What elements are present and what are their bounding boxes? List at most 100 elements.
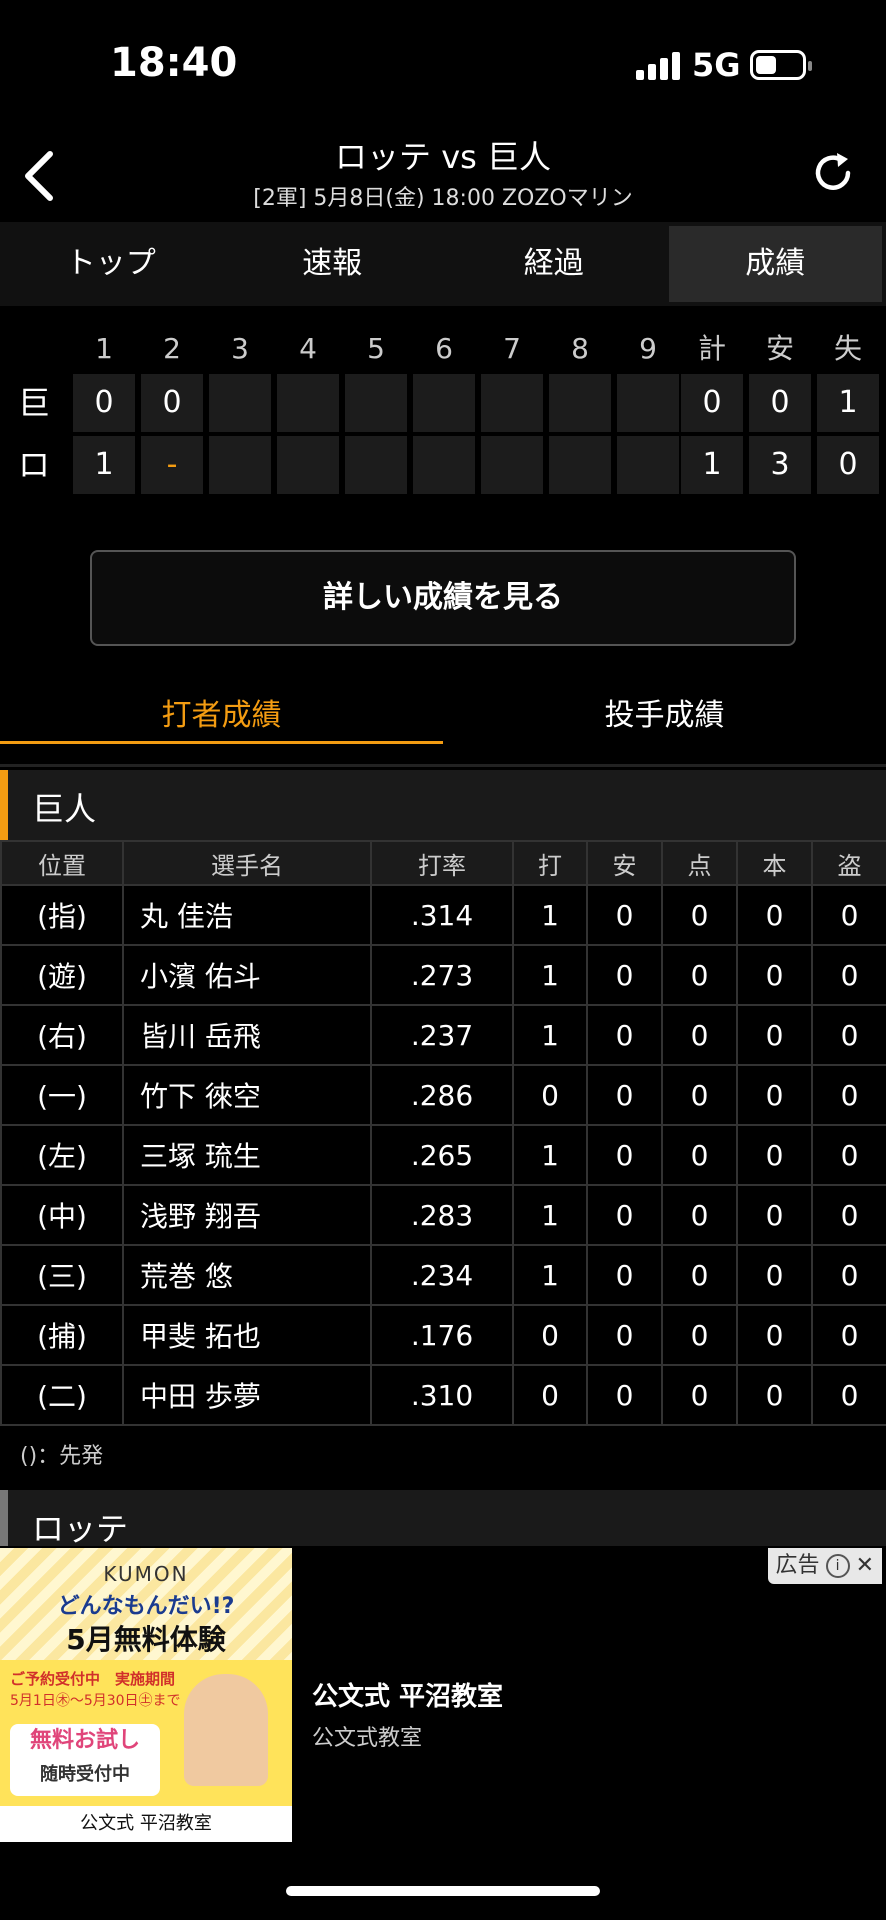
hits: 0: [586, 944, 663, 1006]
stolen-bases: 0: [811, 884, 886, 946]
at-bats: 1: [512, 1124, 588, 1186]
at-bats: 1: [512, 884, 588, 946]
inning-score: [413, 374, 475, 432]
stolen-bases: 0: [811, 1004, 886, 1066]
player-name[interactable]: 荒巻 悠: [122, 1244, 372, 1306]
table-row: (遊) 小濱 佑斗 .273 1 0 0 0 0: [0, 944, 886, 1006]
batting-average: .176: [370, 1304, 514, 1366]
at-bats: 1: [512, 1004, 588, 1066]
info-icon[interactable]: i: [825, 1554, 850, 1578]
stolen-bases: 0: [811, 1304, 886, 1366]
at-bats: 1: [512, 1184, 588, 1246]
home-runs: 0: [736, 884, 813, 946]
inning-header: 4: [299, 332, 317, 365]
table-row: (捕) 甲斐 拓也 .176 0 0 0 0 0: [0, 1304, 886, 1366]
inning-score: [481, 436, 543, 494]
hits-header: 安: [765, 332, 794, 365]
inning-header: 1: [95, 332, 113, 365]
stolen-bases: 0: [811, 944, 886, 1006]
status-time: 18:40: [110, 40, 238, 86]
ad-free-trial-sub: 随時受付中: [40, 1764, 130, 1785]
table-row: (指) 丸 佳浩 .314 1 0 0 0 0: [0, 884, 886, 946]
home-indicator[interactable]: [286, 1886, 600, 1896]
player-name[interactable]: 竹下 徠空: [122, 1064, 372, 1126]
inning-score: [481, 374, 543, 432]
table-row: (三) 荒巻 悠 .234 1 0 0 0 0: [0, 1244, 886, 1306]
ad-period: 5月1日㊍～5月30日㊏まで: [10, 1693, 181, 1709]
tab-top[interactable]: トップ: [4, 226, 218, 302]
inning-score: 1: [73, 436, 135, 494]
rbi: 0: [661, 1304, 738, 1366]
team-name: 巨人: [32, 790, 97, 828]
ad-child-photo: [184, 1674, 268, 1786]
inning-header: 3: [231, 332, 249, 365]
ad-reservation: ご予約受付中 実施期間: [10, 1670, 176, 1688]
tab-stats[interactable]: 成績: [668, 226, 882, 302]
player-name[interactable]: 浅野 翔吾: [122, 1184, 372, 1246]
position: (三): [0, 1244, 124, 1306]
page-title: ロッテ vs 巨人: [335, 138, 551, 176]
ad-image[interactable]: KUMON どんなもんだい!? 5月無料体験 ご予約受付中 実施期間 5月1日㊍…: [0, 1548, 292, 1842]
position: (左): [0, 1124, 124, 1186]
tab-progress[interactable]: 経過: [447, 226, 661, 302]
position: (指): [0, 884, 124, 946]
total-header: 計: [697, 332, 726, 365]
player-name[interactable]: 三塚 琉生: [122, 1124, 372, 1186]
player-name[interactable]: 中田 歩夢: [122, 1364, 372, 1426]
inning-score: 0: [141, 374, 203, 432]
team-accent-bar: [0, 770, 8, 840]
batting-average: .314: [370, 884, 514, 946]
home-runs: 0: [736, 1004, 813, 1066]
tab-batting-stats[interactable]: 打者成績: [0, 690, 443, 734]
hits: 0: [586, 1304, 663, 1366]
close-icon[interactable]: ✕: [856, 1548, 874, 1584]
batting-average: .234: [370, 1244, 514, 1306]
status-bar: 18:40 5G: [0, 0, 886, 130]
ad-free-trial-label: 無料お試し: [29, 1728, 140, 1753]
stolen-bases: 0: [811, 1184, 886, 1246]
tab-live[interactable]: 速報: [226, 226, 440, 302]
stolen-bases: 0: [811, 1124, 886, 1186]
ad-catch: どんなもんだい!?: [57, 1594, 235, 1619]
detailed-stats-button[interactable]: 詳しい成績を見る: [90, 550, 796, 646]
batting-average: .286: [370, 1064, 514, 1126]
home-runs: 0: [736, 944, 813, 1006]
player-name[interactable]: 皆川 岳飛: [122, 1004, 372, 1066]
total-runs: 0: [681, 374, 743, 432]
hits: 0: [586, 1364, 663, 1426]
batting-average: .283: [370, 1184, 514, 1246]
position: (二): [0, 1364, 124, 1426]
at-bats: 0: [512, 1364, 588, 1426]
tab-pitching-stats[interactable]: 投手成績: [443, 690, 886, 734]
home-runs: 0: [736, 1124, 813, 1186]
inning-header: 6: [435, 332, 453, 365]
ad-title[interactable]: 公文式 平沼教室: [312, 1676, 503, 1713]
stats-subtabs: 打者成績 投手成績: [0, 680, 886, 744]
ad-banner[interactable]: KUMON どんなもんだい!? 5月無料体験 ご予約受付中 実施期間 5月1日㊍…: [0, 1548, 886, 1842]
hits: 0: [586, 1244, 663, 1306]
stolen-bases: 0: [811, 1364, 886, 1426]
rbi: 0: [661, 1064, 738, 1126]
col-position: 位置: [0, 840, 124, 886]
rbi: 0: [661, 944, 738, 1006]
at-bats: 1: [512, 944, 588, 1006]
battery-icon: [750, 50, 812, 80]
col-rbi: 点: [661, 840, 738, 886]
signal-icon: [636, 50, 680, 80]
table-row: (中) 浅野 翔吾 .283 1 0 0 0 0: [0, 1184, 886, 1246]
player-name[interactable]: 丸 佳浩: [122, 884, 372, 946]
refresh-icon[interactable]: [810, 150, 856, 196]
player-name[interactable]: 甲斐 拓也: [122, 1304, 372, 1366]
player-name[interactable]: 小濱 佑斗: [122, 944, 372, 1006]
network-label: 5G: [692, 46, 741, 84]
total-hits: 3: [749, 436, 811, 494]
rbi: 0: [661, 1364, 738, 1426]
stolen-bases: 0: [811, 1064, 886, 1126]
inning-header: 9: [639, 332, 657, 365]
rbi: 0: [661, 884, 738, 946]
inning-score: [549, 374, 611, 432]
ad-badge[interactable]: 広告 i ✕: [767, 1548, 882, 1584]
inning-score: [617, 436, 679, 494]
table-row: (右) 皆川 岳飛 .237 1 0 0 0 0: [0, 1004, 886, 1066]
starter-note: ()：先発: [20, 1444, 104, 1469]
